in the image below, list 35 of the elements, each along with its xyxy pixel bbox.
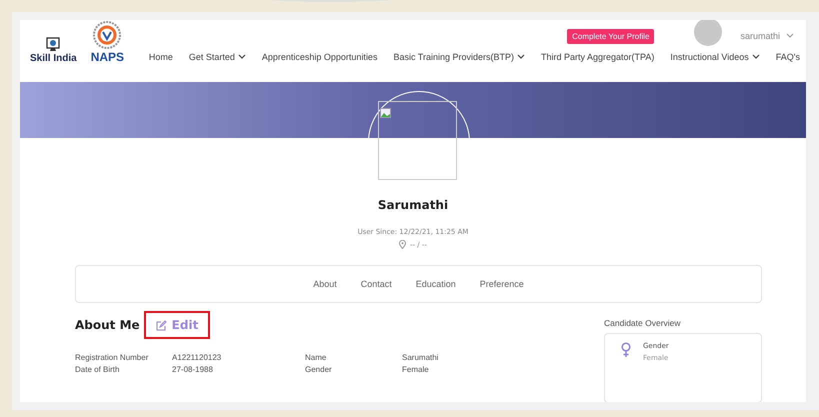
broken-image-icon	[380, 108, 391, 118]
table-cell-text: Name	[305, 353, 328, 362]
logo-text: Skill India	[30, 53, 77, 64]
nav-link[interactable]: Home	[148, 52, 173, 62]
table-cell-text: 27-08-1988	[172, 365, 214, 374]
monitor-icon	[45, 37, 62, 53]
complete-profile-button[interactable]: Complete Your Profile	[567, 28, 654, 44]
chevron-down-icon[interactable]	[238, 54, 246, 60]
table-cell-text: Sarumathi	[402, 353, 440, 362]
nav-link[interactable]: Basic Training Providers(BTP)	[393, 52, 514, 62]
logo-text: NAPS	[90, 50, 124, 64]
tab[interactable]: Education	[416, 279, 456, 289]
user-menu[interactable]: sarumathi	[740, 31, 780, 41]
overview-title: Candidate Overview	[604, 318, 682, 328]
nav-link[interactable]: Third Party Aggregator(TPA)	[541, 52, 654, 62]
nav-link[interactable]: Apprenticeship Opportunities	[262, 52, 378, 62]
edit-icon	[156, 320, 167, 330]
chevron-down-icon[interactable]	[517, 54, 525, 60]
female-icon	[621, 342, 631, 358]
nav-link[interactable]: Instructional Videos	[670, 52, 749, 62]
chevron-down-icon[interactable]	[752, 54, 760, 60]
table-cell-text: A1221120123	[172, 353, 222, 362]
nav-link[interactable]: FAQ's	[776, 52, 800, 62]
emblem-icon	[92, 20, 122, 50]
tab[interactable]: Preference	[480, 279, 524, 289]
table-cell-text: Gender	[305, 365, 333, 374]
profile-name: Sarumathi	[376, 198, 450, 212]
section-title: About Me	[75, 318, 140, 332]
table-cell-text: Registration Number	[75, 353, 150, 362]
location-pin-icon	[399, 240, 406, 249]
tab[interactable]: About	[313, 279, 337, 289]
table-cell-text: Date of Birth	[75, 365, 120, 374]
nav-link[interactable]: Get Started	[188, 52, 235, 62]
tab[interactable]: Contact	[360, 279, 392, 289]
table-cell-text: Female	[402, 365, 430, 374]
